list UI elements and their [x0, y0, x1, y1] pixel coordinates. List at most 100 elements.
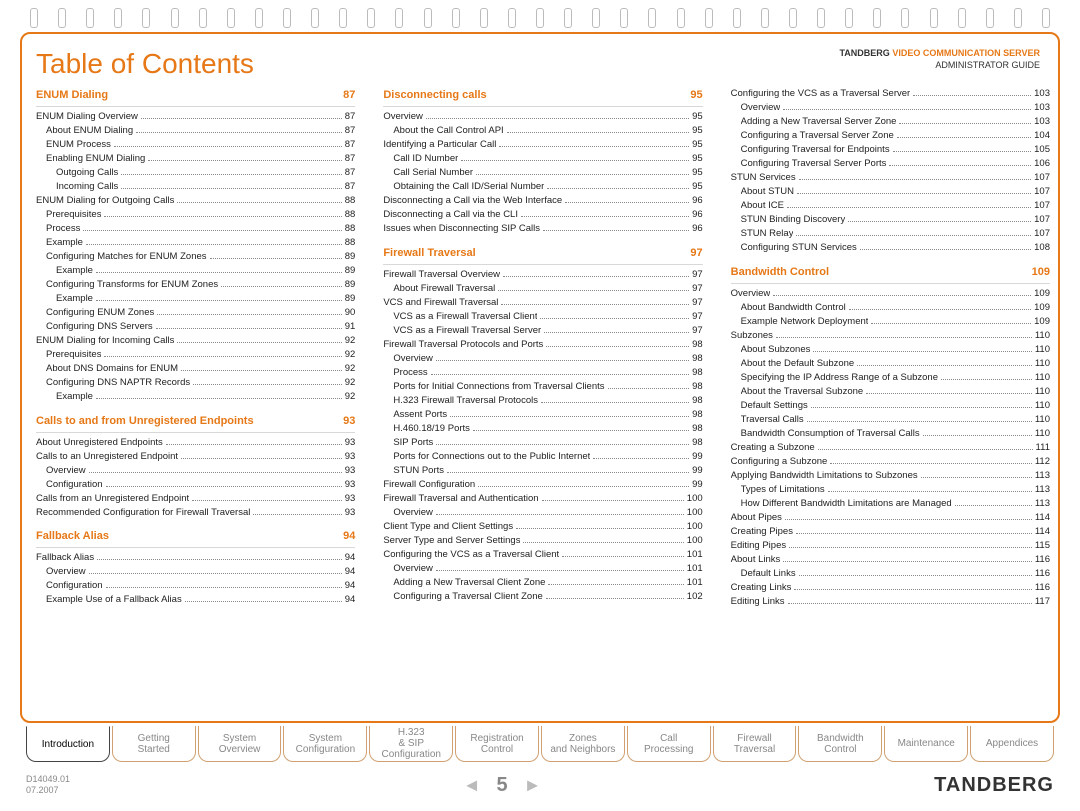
toc-entry[interactable]: About Unregistered Endpoints93 [36, 437, 355, 450]
toc-entry[interactable]: Configuring Traversal Server Ports106 [731, 158, 1050, 171]
toc-entry[interactable]: ENUM Dialing Overview87 [36, 111, 355, 124]
toc-entry[interactable]: Enabling ENUM Dialing87 [36, 153, 355, 166]
toc-entry[interactable]: Overview95 [383, 111, 702, 124]
toc-entry[interactable]: Assent Ports98 [383, 409, 702, 422]
toc-entry[interactable]: Overview101 [383, 563, 702, 576]
toc-entry[interactable]: Process98 [383, 367, 702, 380]
toc-entry[interactable]: Configuring ENUM Zones90 [36, 307, 355, 320]
toc-entry[interactable]: Outgoing Calls87 [36, 167, 355, 180]
toc-entry[interactable]: Configuring the VCS as a Traversal Clien… [383, 549, 702, 562]
toc-entry[interactable]: VCS as a Firewall Traversal Server97 [383, 325, 702, 338]
toc-entry[interactable]: About Links116 [731, 554, 1050, 567]
toc-section-head[interactable]: ENUM Dialing87 [36, 88, 355, 107]
toc-entry[interactable]: Configuring DNS Servers91 [36, 321, 355, 334]
nav-tab[interactable]: GettingStarted [112, 726, 196, 762]
toc-entry[interactable]: Recommended Configuration for Firewall T… [36, 507, 355, 520]
toc-entry[interactable]: Disconnecting a Call via the CLI96 [383, 209, 702, 222]
toc-section-head[interactable]: Firewall Traversal97 [383, 246, 702, 265]
toc-entry[interactable]: About the Call Control API95 [383, 125, 702, 138]
toc-entry[interactable]: Configuration93 [36, 479, 355, 492]
nav-tab[interactable]: BandwidthControl [798, 726, 882, 762]
nav-tab[interactable]: Zonesand Neighbors [541, 726, 625, 762]
toc-entry[interactable]: Editing Pipes115 [731, 540, 1050, 553]
toc-entry[interactable]: Configuration94 [36, 580, 355, 593]
toc-entry[interactable]: ENUM Dialing for Incoming Calls92 [36, 335, 355, 348]
nav-tab[interactable]: RegistrationControl [455, 726, 539, 762]
toc-entry[interactable]: About Firewall Traversal97 [383, 283, 702, 296]
toc-entry[interactable]: About STUN107 [731, 186, 1050, 199]
toc-entry[interactable]: Client Type and Client Settings100 [383, 521, 702, 534]
toc-entry[interactable]: About the Traversal Subzone110 [731, 386, 1050, 399]
nav-tab[interactable]: Introduction [26, 726, 110, 762]
toc-entry[interactable]: Configuring DNS NAPTR Records92 [36, 377, 355, 390]
toc-entry[interactable]: Server Type and Server Settings100 [383, 535, 702, 548]
toc-entry[interactable]: Identifying a Particular Call95 [383, 139, 702, 152]
toc-entry[interactable]: About Pipes114 [731, 512, 1050, 525]
toc-entry[interactable]: H.460.18/19 Ports98 [383, 423, 702, 436]
toc-entry[interactable]: Creating Pipes114 [731, 526, 1050, 539]
toc-entry[interactable]: Example Use of a Fallback Alias94 [36, 594, 355, 607]
toc-entry[interactable]: Applying Bandwidth Limitations to Subzon… [731, 470, 1050, 483]
toc-entry[interactable]: Overview94 [36, 566, 355, 579]
toc-entry[interactable]: Overview109 [731, 288, 1050, 301]
toc-entry[interactable]: Creating Links116 [731, 582, 1050, 595]
toc-entry[interactable]: Configuring the VCS as a Traversal Serve… [731, 88, 1050, 101]
toc-entry[interactable]: About Subzones110 [731, 344, 1050, 357]
nav-tab[interactable]: Appendices [970, 726, 1054, 762]
toc-entry[interactable]: Subzones110 [731, 330, 1050, 343]
toc-entry[interactable]: Editing Links117 [731, 596, 1050, 609]
toc-entry[interactable]: STUN Services107 [731, 172, 1050, 185]
toc-entry[interactable]: Overview100 [383, 507, 702, 520]
toc-entry[interactable]: Firewall Traversal Protocols and Ports98 [383, 339, 702, 352]
toc-entry[interactable]: Configuring Transforms for ENUM Zones89 [36, 279, 355, 292]
toc-entry[interactable]: Adding a New Traversal Client Zone101 [383, 577, 702, 590]
nav-tab[interactable]: H.323& SIP Configuration [369, 726, 453, 762]
toc-entry[interactable]: Creating a Subzone111 [731, 442, 1050, 455]
nav-tab[interactable]: SystemConfiguration [283, 726, 367, 762]
toc-section-head[interactable]: Fallback Alias94 [36, 529, 355, 548]
toc-entry[interactable]: Overview103 [731, 102, 1050, 115]
toc-entry[interactable]: Example88 [36, 237, 355, 250]
next-page-arrow-icon[interactable]: ► [524, 775, 542, 796]
toc-entry[interactable]: STUN Relay107 [731, 228, 1050, 241]
toc-section-head[interactable]: Disconnecting calls95 [383, 88, 702, 107]
toc-entry[interactable]: About DNS Domains for ENUM92 [36, 363, 355, 376]
toc-entry[interactable]: About Bandwidth Control109 [731, 302, 1050, 315]
toc-entry[interactable]: Call Serial Number95 [383, 167, 702, 180]
toc-entry[interactable]: Example Network Deployment109 [731, 316, 1050, 329]
prev-page-arrow-icon[interactable]: ◄ [463, 775, 481, 796]
toc-entry[interactable]: Firewall Traversal and Authentication100 [383, 493, 702, 506]
toc-entry[interactable]: Overview93 [36, 465, 355, 478]
toc-entry[interactable]: How Different Bandwidth Limitations are … [731, 498, 1050, 511]
toc-entry[interactable]: Example89 [36, 265, 355, 278]
toc-entry[interactable]: About the Default Subzone110 [731, 358, 1050, 371]
toc-entry[interactable]: Configuring a Traversal Server Zone104 [731, 130, 1050, 143]
toc-entry[interactable]: Ports for Initial Connections from Trave… [383, 381, 702, 394]
toc-entry[interactable]: Prerequisites88 [36, 209, 355, 222]
toc-entry[interactable]: Configuring a Traversal Client Zone102 [383, 591, 702, 604]
toc-entry[interactable]: Types of Limitations113 [731, 484, 1050, 497]
toc-entry[interactable]: ENUM Process87 [36, 139, 355, 152]
toc-entry[interactable]: Example89 [36, 293, 355, 306]
toc-entry[interactable]: Traversal Calls110 [731, 414, 1050, 427]
toc-section-head[interactable]: Calls to and from Unregistered Endpoints… [36, 414, 355, 433]
toc-entry[interactable]: Firewall Configuration99 [383, 479, 702, 492]
toc-entry[interactable]: Disconnecting a Call via the Web Interfa… [383, 195, 702, 208]
toc-entry[interactable]: Calls from an Unregistered Endpoint93 [36, 493, 355, 506]
toc-entry[interactable]: About ICE107 [731, 200, 1050, 213]
toc-entry[interactable]: ENUM Dialing for Outgoing Calls88 [36, 195, 355, 208]
toc-section-head[interactable]: Bandwidth Control109 [731, 265, 1050, 284]
toc-entry[interactable]: VCS and Firewall Traversal97 [383, 297, 702, 310]
toc-entry[interactable]: Default Links116 [731, 568, 1050, 581]
toc-entry[interactable]: H.323 Firewall Traversal Protocols98 [383, 395, 702, 408]
toc-entry[interactable]: Obtaining the Call ID/Serial Number95 [383, 181, 702, 194]
nav-tab[interactable]: SystemOverview [198, 726, 282, 762]
toc-entry[interactable]: About ENUM Dialing87 [36, 125, 355, 138]
toc-entry[interactable]: Firewall Traversal Overview97 [383, 269, 702, 282]
toc-entry[interactable]: Incoming Calls87 [36, 181, 355, 194]
toc-entry[interactable]: STUN Ports99 [383, 465, 702, 478]
toc-entry[interactable]: SIP Ports98 [383, 437, 702, 450]
toc-entry[interactable]: Process88 [36, 223, 355, 236]
toc-entry[interactable]: Default Settings110 [731, 400, 1050, 413]
toc-entry[interactable]: VCS as a Firewall Traversal Client97 [383, 311, 702, 324]
